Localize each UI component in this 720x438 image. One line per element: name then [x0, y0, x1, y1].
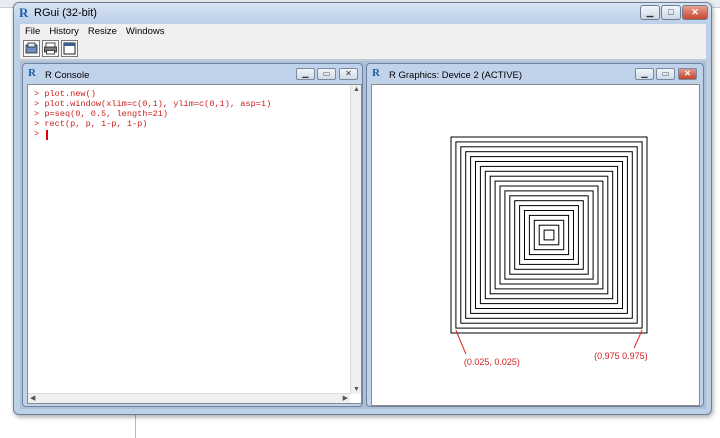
rect-mark — [455, 141, 643, 329]
text-cursor — [46, 130, 48, 140]
window-icon — [63, 42, 76, 55]
r-logo-icon: R — [28, 67, 36, 79]
rect-mark — [479, 165, 619, 305]
scroll-right-icon[interactable]: ▶ — [343, 394, 348, 402]
mdi-workspace: R R Console ▁ ▭ ✕ > plot.new() > plot.wi… — [20, 61, 706, 409]
rect-mark — [538, 224, 560, 246]
graphics-close-button[interactable]: ✕ — [678, 68, 697, 80]
rect-mark — [460, 146, 638, 324]
menu-history[interactable]: History — [49, 26, 79, 37]
console-title: R Console — [45, 70, 90, 81]
window-button[interactable] — [61, 40, 78, 57]
print-button[interactable] — [42, 40, 59, 57]
rgui-main-window: R RGui (32-bit) ▁ □ ✕ File History Resiz… — [13, 2, 712, 415]
r-logo-icon: R — [19, 5, 29, 20]
console-line: > rect(p, p, 1-p, 1-p) — [34, 119, 148, 129]
title-bar[interactable]: R RGui (32-bit) ▁ □ ✕ — [14, 3, 711, 23]
toolbar — [20, 38, 706, 60]
annotation-line-bottom-left — [455, 329, 467, 355]
console-line: > p=seq(0, 0.5, length=21) — [34, 109, 169, 119]
console-window: R R Console ▁ ▭ ✕ > plot.new() > plot.wi… — [22, 63, 363, 407]
rect-mark — [470, 156, 628, 314]
vertical-scrollbar[interactable]: ▲ ▼ — [350, 85, 361, 394]
rect-mark — [528, 214, 570, 256]
annotation-bottom-right: (0.975 0.975) — [594, 351, 648, 361]
graphics-canvas: (0.025, 0.025) (0.975 0.975) — [371, 84, 700, 406]
print-icon — [44, 42, 57, 55]
rect-mark — [475, 161, 623, 309]
console-restore-button[interactable]: ▭ — [317, 68, 336, 80]
maximize-button[interactable]: □ — [661, 5, 681, 20]
rect-mark — [543, 229, 555, 241]
scroll-left-icon[interactable]: ◀ — [30, 394, 35, 402]
console-prompt: > — [34, 129, 40, 139]
menu-windows[interactable]: Windows — [126, 26, 165, 37]
menu-bar: File History Resize Windows — [20, 24, 706, 38]
menu-file[interactable]: File — [25, 26, 40, 37]
app-title: RGui (32-bit) — [34, 7, 97, 19]
rect-mark — [494, 180, 604, 290]
horizontal-scrollbar[interactable]: ◀ ▶ — [28, 393, 350, 403]
minimize-button[interactable]: ▁ — [640, 5, 660, 20]
close-button[interactable]: ✕ — [682, 5, 708, 20]
annotation-bottom-left: (0.025, 0.025) — [464, 357, 520, 367]
console-minimize-button[interactable]: ▁ — [296, 68, 315, 80]
graphics-window: R R Graphics: Device 2 (ACTIVE) ▁ ▭ ✕ (0… — [366, 63, 704, 407]
scroll-up-icon[interactable]: ▲ — [353, 86, 360, 93]
graphics-restore-button[interactable]: ▭ — [656, 68, 675, 80]
scroll-down-icon[interactable]: ▼ — [353, 386, 360, 393]
graphics-minimize-button[interactable]: ▁ — [635, 68, 654, 80]
rect-mark — [519, 205, 579, 265]
rect-mark — [504, 190, 594, 280]
background-divider — [135, 412, 136, 438]
open-script-icon — [25, 42, 38, 54]
plot-area: (0.025, 0.025) (0.975 0.975) — [450, 136, 648, 367]
rect-mark — [509, 195, 589, 275]
console-close-button[interactable]: ✕ — [339, 68, 358, 80]
console-text-area[interactable]: > plot.new() > plot.window(xlim=c(0,1), … — [27, 84, 362, 404]
graphics-title: R Graphics: Device 2 (ACTIVE) — [389, 70, 523, 81]
menu-resize[interactable]: Resize — [88, 26, 117, 37]
rect-mark — [489, 175, 609, 295]
console-line: > plot.window(xlim=c(0,1), ylim=c(0,1), … — [34, 99, 272, 109]
r-logo-icon: R — [372, 67, 380, 79]
console-line: > plot.new() — [34, 89, 96, 99]
open-script-button[interactable] — [23, 40, 40, 57]
rect-mark — [524, 210, 574, 260]
